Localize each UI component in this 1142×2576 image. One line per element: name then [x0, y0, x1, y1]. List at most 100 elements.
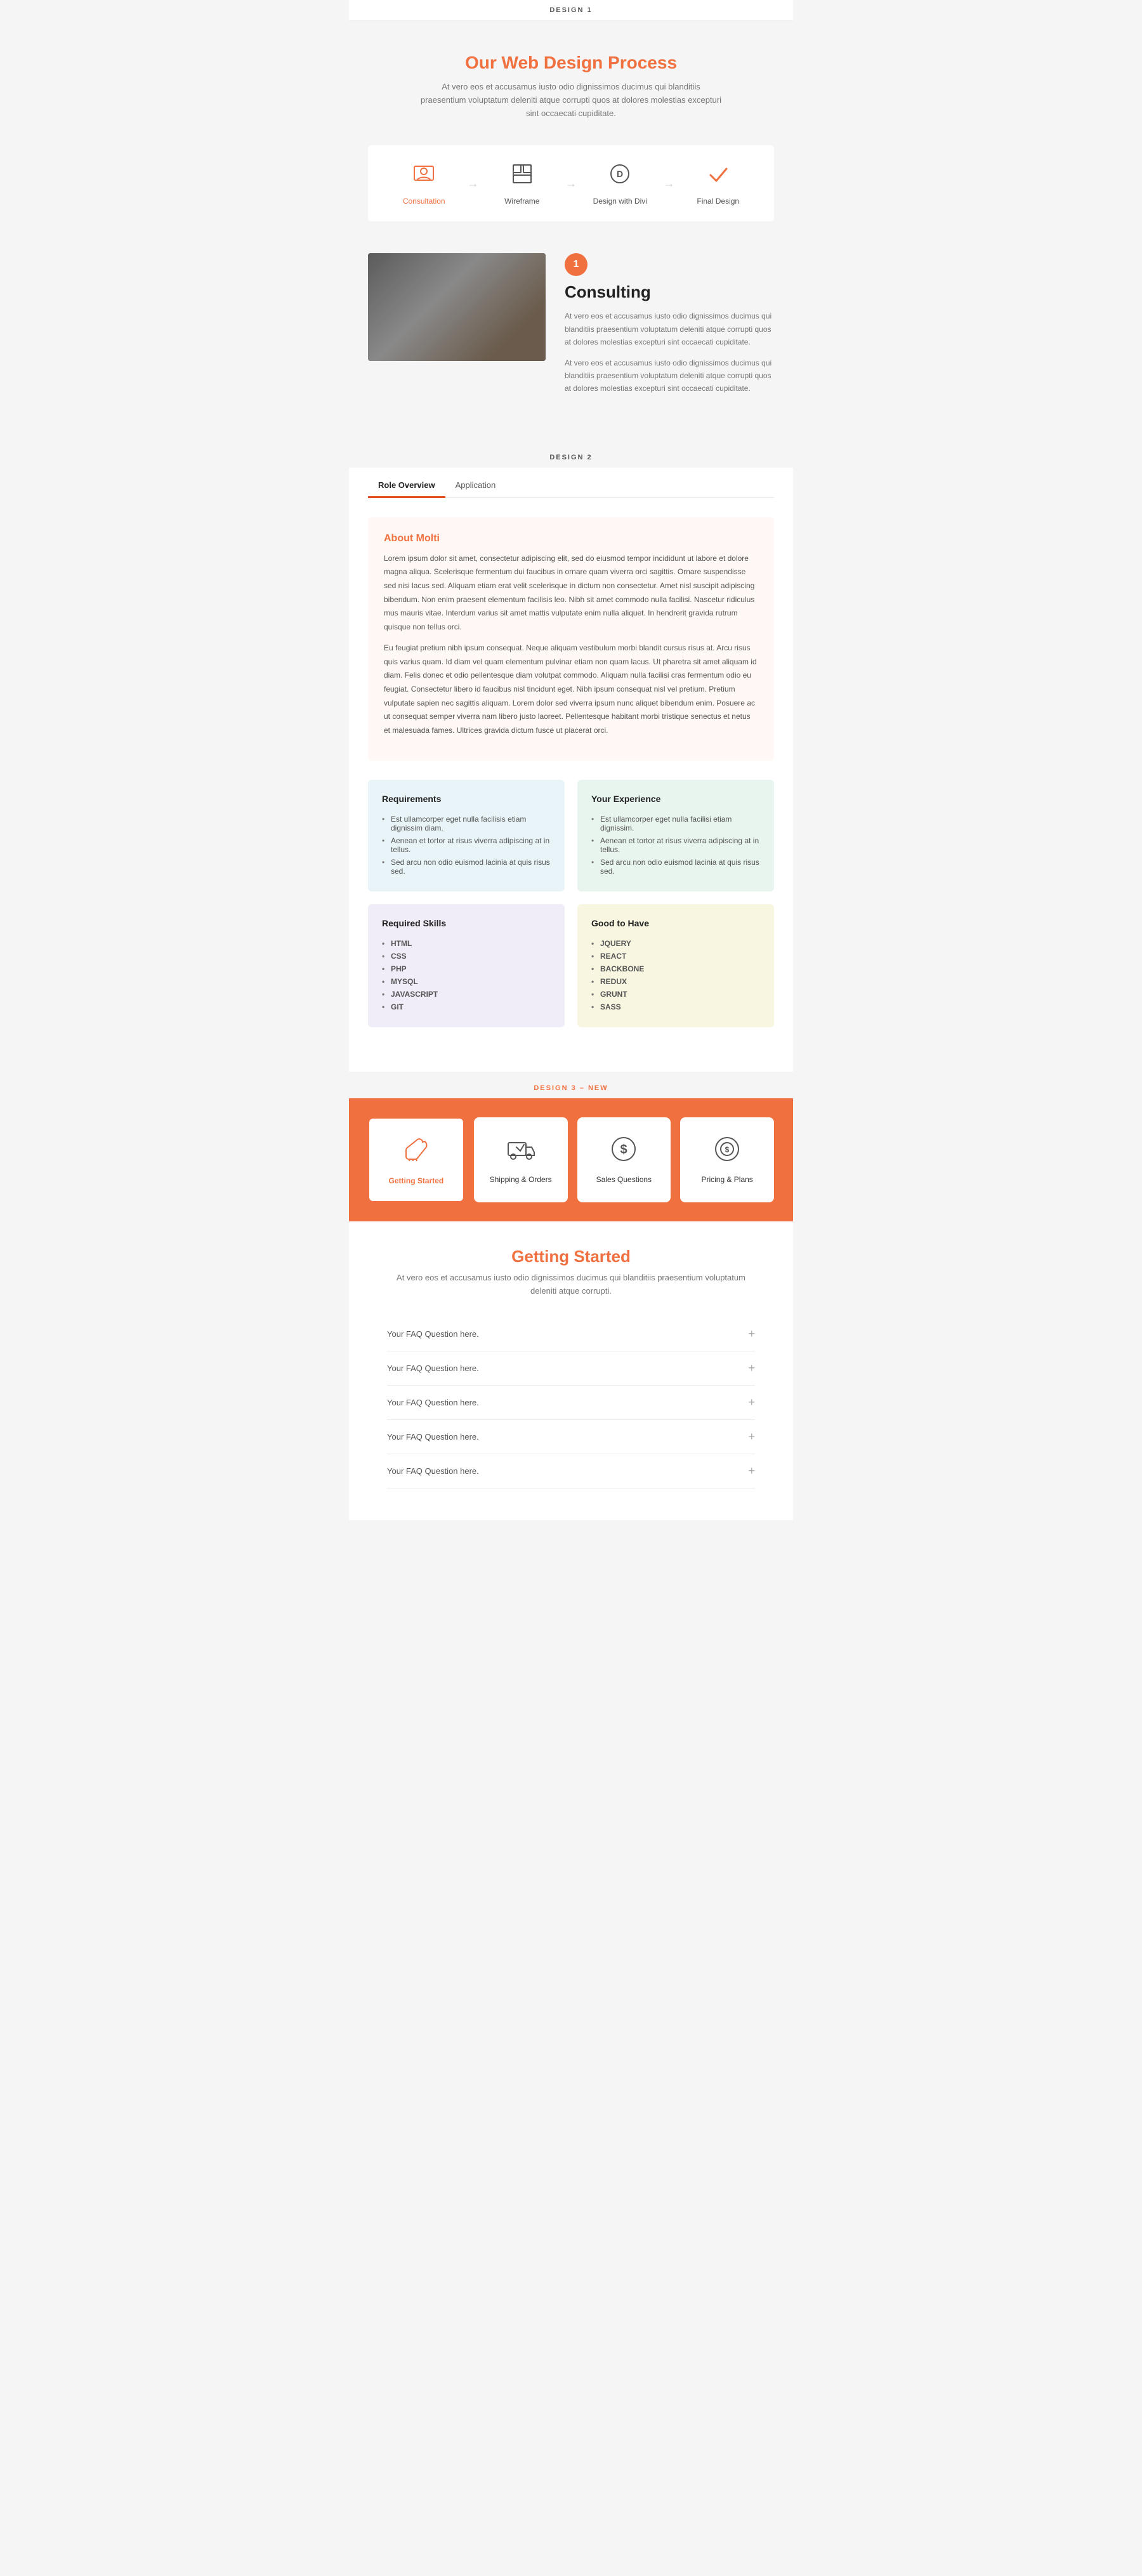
- req-item-1: Est ullamcorper eget nulla facilisis eti…: [382, 813, 551, 834]
- step-divi-label: Design with Divi: [577, 197, 664, 206]
- goodtohave-list: JQUERY REACT BACKBONE REDUX GRUNT SASS: [591, 937, 760, 1013]
- exp-item-1: Est ullamcorper eget nulla facilisi etia…: [591, 813, 760, 834]
- experience-box: Your Experience Est ullamcorper eget nul…: [577, 780, 774, 891]
- faq-title: Getting Started: [387, 1247, 755, 1266]
- step-divi[interactable]: D Design with Divi: [577, 161, 664, 206]
- gth-5: GRUNT: [591, 988, 760, 1001]
- consulting-title: Consulting: [565, 282, 774, 302]
- design1-title: Our Web Design Process: [368, 53, 774, 73]
- exp-item-2: Aenean et tortor at risus viverra adipis…: [591, 834, 760, 856]
- faq-question-2: Your FAQ Question here.: [387, 1364, 479, 1373]
- faq-item-5[interactable]: Your FAQ Question here. +: [387, 1454, 755, 1488]
- faq-question-4: Your FAQ Question here.: [387, 1432, 479, 1442]
- design3-hero: Getting Started Shipping & Orders $: [349, 1098, 793, 1221]
- skill-6: GIT: [382, 1001, 551, 1013]
- pricing-label: Pricing & Plans: [690, 1175, 765, 1184]
- gth-3: BACKBONE: [591, 963, 760, 975]
- consulting-content: 1 Consulting At vero eos et accusamus iu…: [565, 253, 774, 402]
- getting-started-label: Getting Started: [379, 1176, 454, 1185]
- about-text2: Eu feugiat pretium nibh ipsum consequat.…: [384, 641, 758, 737]
- skills-box: Required Skills HTML CSS PHP MYSQL JAVAS…: [368, 904, 565, 1027]
- experience-title: Your Experience: [591, 794, 760, 804]
- step-final[interactable]: Final Design: [675, 161, 762, 206]
- top-bar: DESIGN 1: [349, 0, 793, 21]
- step-consultation-label: Consultation: [381, 197, 468, 206]
- consulting-image: [368, 253, 546, 361]
- consulting-text2: At vero eos et accusamus iusto odio dign…: [565, 357, 774, 395]
- skill-3: PHP: [382, 963, 551, 975]
- faq-item-3[interactable]: Your FAQ Question here. +: [387, 1386, 755, 1420]
- tab-application[interactable]: Application: [445, 474, 506, 498]
- skill-1: HTML: [382, 937, 551, 950]
- goodtohave-box: Good to Have JQUERY REACT BACKBONE REDUX…: [577, 904, 774, 1027]
- about-box: About Molti Lorem ipsum dolor sit amet, …: [368, 517, 774, 761]
- help-card-pricing[interactable]: $ Pricing & Plans: [680, 1117, 774, 1202]
- skill-5: JAVASCRIPT: [382, 988, 551, 1001]
- faq-subtitle: At vero eos et accusamus iusto odio dign…: [387, 1272, 755, 1298]
- shipping-icon: [483, 1133, 558, 1169]
- req-exp-row: Requirements Est ullamcorper eget nulla …: [368, 780, 774, 891]
- wireframe-icon: [479, 161, 566, 192]
- step-final-label: Final Design: [675, 197, 762, 206]
- skills-title: Required Skills: [382, 918, 551, 928]
- arrow2: →: [565, 177, 577, 190]
- help-card-sales[interactable]: $ Sales Questions: [577, 1117, 671, 1202]
- pricing-icon: $: [690, 1133, 765, 1169]
- svg-text:D: D: [617, 169, 623, 179]
- help-card-shipping[interactable]: Shipping & Orders: [474, 1117, 568, 1202]
- faq-plus-2: +: [748, 1362, 755, 1375]
- consulting-block: 1 Consulting At vero eos et accusamus iu…: [368, 253, 774, 402]
- consultation-icon: [381, 161, 468, 192]
- shipping-label: Shipping & Orders: [483, 1175, 558, 1184]
- faq-item-1[interactable]: Your FAQ Question here. +: [387, 1317, 755, 1351]
- design1-subtitle: At vero eos et accusamus iusto odio dign…: [419, 81, 723, 120]
- faq-plus-5: +: [748, 1464, 755, 1478]
- skills-row: Required Skills HTML CSS PHP MYSQL JAVAS…: [368, 904, 774, 1027]
- requirements-title: Requirements: [382, 794, 551, 804]
- consulting-text1: At vero eos et accusamus iusto odio dign…: [565, 310, 774, 348]
- process-steps: Consultation → Wireframe → D De: [368, 145, 774, 221]
- skill-4: MYSQL: [382, 975, 551, 988]
- experience-list: Est ullamcorper eget nulla facilisi etia…: [591, 813, 760, 877]
- faq-question-1: Your FAQ Question here.: [387, 1329, 479, 1339]
- gth-2: REACT: [591, 950, 760, 963]
- faq-plus-1: +: [748, 1327, 755, 1341]
- step-wireframe[interactable]: Wireframe: [479, 161, 566, 206]
- design1-section: Our Web Design Process At vero eos et ac…: [349, 21, 793, 441]
- svg-text:$: $: [620, 1143, 627, 1157]
- design3-label: DESIGN 3 – NEW: [349, 1072, 793, 1098]
- step-consultation[interactable]: Consultation: [381, 161, 468, 206]
- help-card-getting-started[interactable]: Getting Started: [368, 1117, 464, 1202]
- goodtohave-title: Good to Have: [591, 918, 760, 928]
- req-item-2: Aenean et tortor at risus viverra adipis…: [382, 834, 551, 856]
- faq-question-3: Your FAQ Question here.: [387, 1398, 479, 1407]
- tabs-bar: Role Overview Application: [368, 468, 774, 498]
- step-wireframe-label: Wireframe: [479, 197, 566, 206]
- sales-icon: $: [587, 1133, 662, 1169]
- faq-plus-3: +: [748, 1396, 755, 1409]
- exp-item-3: Sed arcu non odio euismod lacinia at qui…: [591, 856, 760, 877]
- design2-label: DESIGN 2: [349, 441, 793, 468]
- requirements-list: Est ullamcorper eget nulla facilisis eti…: [382, 813, 551, 877]
- faq-item-2[interactable]: Your FAQ Question here. +: [387, 1351, 755, 1386]
- getting-started-icon: [379, 1134, 454, 1170]
- gth-1: JQUERY: [591, 937, 760, 950]
- skill-2: CSS: [382, 950, 551, 963]
- help-cards: Getting Started Shipping & Orders $: [368, 1117, 774, 1202]
- about-title: About Molti: [384, 533, 758, 544]
- design2-section: Role Overview Application About Molti Lo…: [349, 468, 793, 1072]
- arrow3: →: [664, 177, 675, 190]
- divi-icon: D: [577, 161, 664, 192]
- sales-label: Sales Questions: [587, 1175, 662, 1184]
- consulting-number: 1: [565, 253, 587, 276]
- req-item-3: Sed arcu non odio euismod lacinia at qui…: [382, 856, 551, 877]
- gth-6: SASS: [591, 1001, 760, 1013]
- svg-text:$: $: [725, 1145, 730, 1154]
- skills-list: HTML CSS PHP MYSQL JAVASCRIPT GIT: [382, 937, 551, 1013]
- topbar-label: DESIGN 1: [549, 6, 592, 14]
- tab-role-overview[interactable]: Role Overview: [368, 474, 445, 498]
- about-text1: Lorem ipsum dolor sit amet, consectetur …: [384, 552, 758, 634]
- requirements-box: Requirements Est ullamcorper eget nulla …: [368, 780, 565, 891]
- faq-item-4[interactable]: Your FAQ Question here. +: [387, 1420, 755, 1454]
- faq-question-5: Your FAQ Question here.: [387, 1466, 479, 1476]
